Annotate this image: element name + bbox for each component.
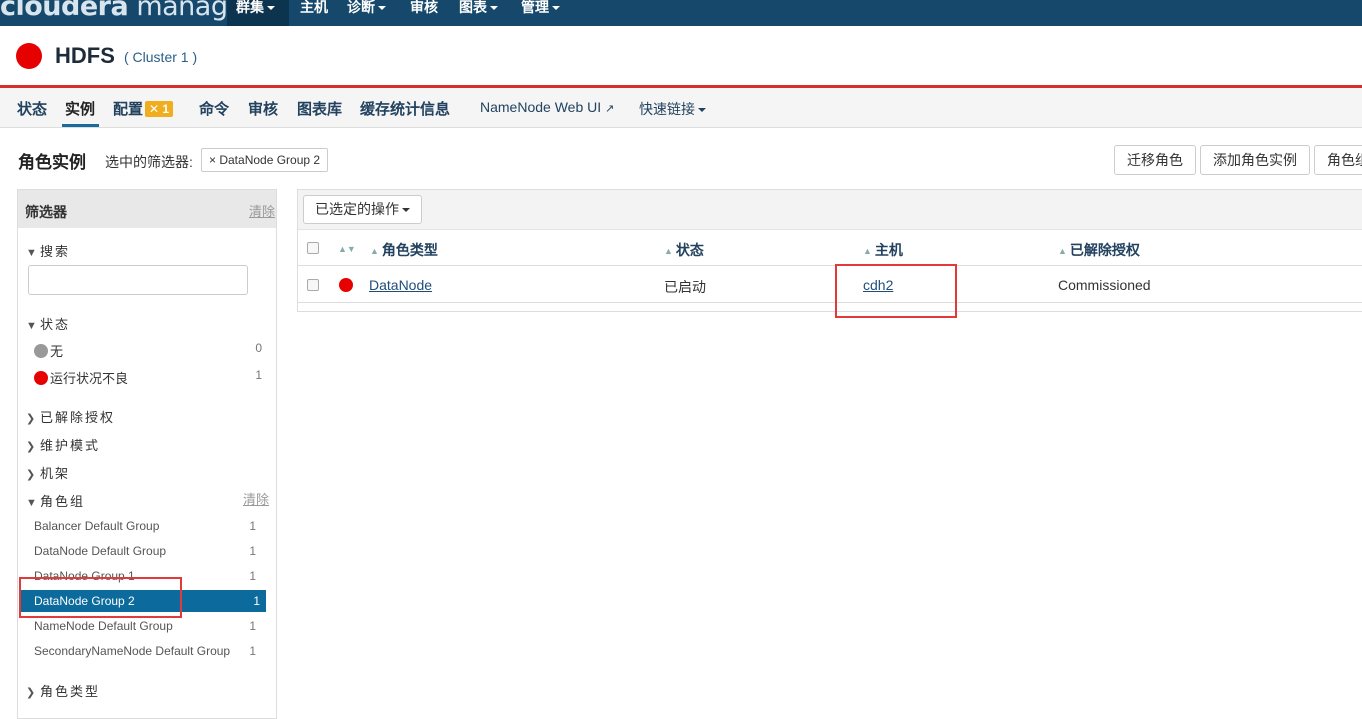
nav-charts[interactable]: 图表: [459, 0, 498, 26]
role-group-datanode-default[interactable]: DataNode Default Group 1: [34, 540, 262, 562]
tab-cache-statistics[interactable]: 缓存统计信息: [360, 98, 450, 119]
filter-section-role-type[interactable]: ❯ 角色类型: [26, 681, 100, 700]
sort-icon: ▲: [664, 246, 673, 256]
status-count: 1: [255, 368, 262, 382]
health-bad-icon: [16, 43, 42, 69]
service-name: HDFS: [55, 43, 115, 68]
nav-diagnostics[interactable]: 诊断: [347, 0, 386, 26]
external-link-icon: ↗: [605, 103, 615, 115]
selected-filters-label: 选中的筛选器:: [105, 154, 193, 170]
filter-section-decommissioned[interactable]: ❯ 已解除授权: [26, 407, 115, 426]
nav-audits[interactable]: 审核: [410, 0, 438, 26]
tab-instances[interactable]: 实例: [65, 98, 95, 119]
top-navbar: cloudera manager 群集 主机 诊断 审核 图表 管理: [0, 0, 1362, 26]
namenode-web-ui-link[interactable]: NameNode Web UI ↗: [480, 99, 614, 115]
nav-hosts[interactable]: 主机: [300, 0, 328, 26]
active-tab-indicator: [62, 124, 99, 127]
column-host[interactable]: ▲ 主机: [863, 240, 903, 260]
role-groups-button[interactable]: 角色组: [1314, 145, 1362, 175]
cluster-link[interactable]: ( Cluster 1 ): [124, 49, 197, 65]
column-status[interactable]: ▲ 状态: [664, 240, 704, 260]
cloudera-manager-logo[interactable]: cloudera manager: [0, 0, 255, 22]
wrench-icon: ✕: [149, 102, 160, 116]
sort-icon: ▲▼: [338, 244, 356, 254]
tab-status[interactable]: 状态: [17, 98, 47, 119]
filter-section-maintenance[interactable]: ❯ 维护模式: [26, 435, 100, 454]
chevron-down-icon: [490, 6, 498, 11]
role-group-secondarynamenode-default[interactable]: SecondaryNameNode Default Group 1: [34, 640, 262, 662]
tab-configuration[interactable]: 配置 ✕ 1: [113, 98, 174, 119]
chevron-down-icon: ▼: [26, 247, 37, 259]
filters-sidebar: 筛选器 清除 ▼ 搜索 ▼ 状态 无 0 运行状况不良 1 ❯ 已解除授权 ❯ 维护模式…: [17, 189, 277, 719]
filter-section-rack[interactable]: ❯ 机架: [26, 463, 70, 482]
chevron-down-icon: ▼: [26, 497, 37, 509]
nav-clusters[interactable]: 群集: [227, 0, 289, 26]
row-checkbox[interactable]: [307, 279, 319, 291]
select-all-checkbox[interactable]: [307, 242, 319, 254]
highlight-box-role-group: [19, 577, 182, 618]
clear-filters-link[interactable]: 清除: [249, 201, 275, 220]
chevron-down-icon: [698, 108, 706, 113]
role-type-link[interactable]: DataNode: [369, 277, 432, 293]
filter-section-search[interactable]: ▼ 搜索: [26, 241, 70, 260]
filter-section-role-group[interactable]: ▼ 角色组: [26, 491, 85, 510]
selected-actions-button[interactable]: 已选定的操作: [303, 195, 422, 224]
service-tabs: 状态 实例 配置 ✕ 1 命令 审核 图表库 缓存统计信息 NameNode We…: [0, 88, 1362, 128]
config-issues-badge: ✕ 1: [145, 101, 174, 117]
sort-health-header[interactable]: ▲▼: [338, 240, 359, 256]
chevron-down-icon: [267, 6, 275, 11]
health-bad-icon: [339, 278, 353, 292]
migrate-roles-button[interactable]: 迁移角色: [1114, 145, 1196, 175]
table-toolbar: 已选定的操作: [298, 190, 1362, 230]
tab-chart-library[interactable]: 图表库: [297, 98, 342, 119]
filter-chip-datanode-group-2[interactable]: × DataNode Group 2: [201, 148, 329, 172]
filters-header: 筛选器 清除: [18, 190, 276, 228]
column-role-type[interactable]: ▲ 角色类型: [370, 240, 438, 260]
page-title: 角色实例: [18, 153, 86, 172]
status-filter-none[interactable]: 无 0: [34, 341, 262, 360]
column-decommission[interactable]: ▲ 已解除授权: [1058, 240, 1140, 260]
status-count: 0: [255, 341, 262, 355]
role-instances-panel: 已选定的操作 ▲▼ ▲ 角色类型 ▲ 状态 ▲ 主机 ▲ 已解除授权 DataNode …: [297, 189, 1362, 312]
tab-commands[interactable]: 命令: [199, 98, 229, 119]
decommission-status: Commissioned: [1058, 277, 1151, 293]
sort-icon: ▲: [863, 246, 872, 256]
table-header: ▲▼ ▲ 角色类型 ▲ 状态 ▲ 主机 ▲ 已解除授权: [298, 231, 1362, 266]
config-issues-count: 1: [162, 102, 170, 116]
tab-configuration-label: 配置: [113, 101, 144, 118]
table-row: DataNode 已启动 cdh2 Commissioned: [298, 267, 1362, 303]
service-header: HDFS ( Cluster 1 ): [0, 26, 1362, 88]
status-filter-bad-health[interactable]: 运行状况不良 1: [34, 368, 262, 387]
quick-links-label: 快速链接: [639, 101, 695, 117]
filters-title: 筛选器: [25, 204, 67, 220]
nav-administration[interactable]: 管理: [521, 0, 560, 26]
filter-section-status[interactable]: ▼ 状态: [26, 314, 70, 333]
chevron-right-icon: ❯: [26, 413, 36, 425]
sort-icon: ▲: [1058, 246, 1067, 256]
chevron-down-icon: [378, 6, 386, 11]
chevron-right-icon: ❯: [26, 441, 36, 453]
search-input[interactable]: [28, 265, 248, 295]
role-group-namenode-default[interactable]: NameNode Default Group 1: [34, 615, 262, 637]
role-status: 已启动: [664, 279, 706, 295]
namenode-web-ui-label: NameNode Web UI: [480, 99, 602, 115]
tab-audits[interactable]: 审核: [248, 98, 278, 119]
highlight-box-host: [835, 264, 957, 318]
role-group-balancer-default[interactable]: Balancer Default Group 1: [34, 515, 262, 537]
chevron-right-icon: ❯: [26, 687, 36, 699]
chevron-down-icon: [402, 208, 410, 213]
sort-icon: ▲: [370, 246, 379, 256]
chevron-down-icon: [552, 6, 560, 11]
health-bad-icon: [34, 371, 48, 385]
quick-links-dropdown[interactable]: 快速链接: [639, 99, 706, 119]
clear-role-group-link[interactable]: 清除: [243, 489, 269, 508]
health-none-icon: [34, 344, 48, 358]
chevron-down-icon: ▼: [26, 320, 37, 332]
chevron-right-icon: ❯: [26, 469, 36, 481]
add-role-instances-button[interactable]: 添加角色实例: [1200, 145, 1310, 175]
